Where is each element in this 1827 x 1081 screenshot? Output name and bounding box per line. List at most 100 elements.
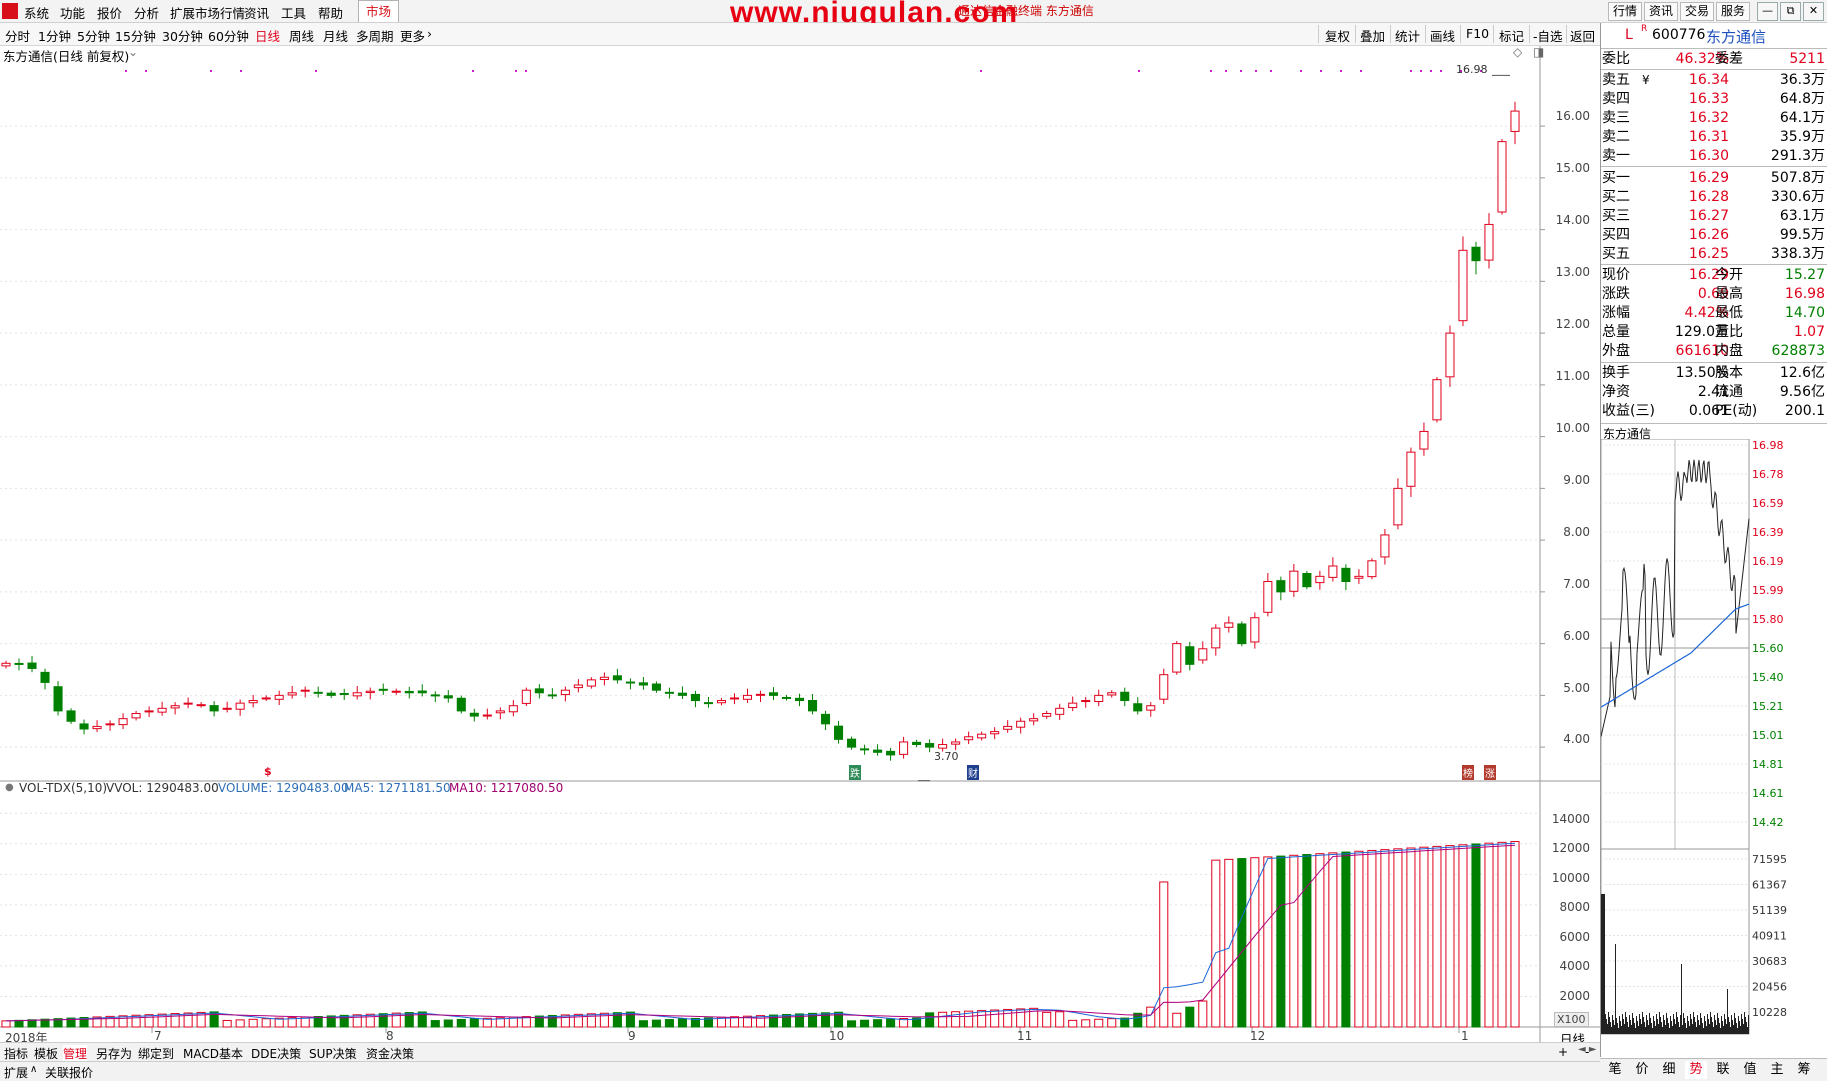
signal-dot	[1270, 70, 1272, 72]
restore-icon[interactable]: ⧉	[1780, 2, 1801, 21]
tab-fund[interactable]: 资金决策	[366, 1045, 414, 1062]
buy-level-row[interactable]: 买一 16.29 507.8万	[1601, 169, 1827, 188]
tab-price[interactable]: 价	[1631, 1061, 1653, 1079]
period-30min[interactable]: 30分钟	[162, 26, 203, 45]
tab-save-as[interactable]: 另存为	[96, 1045, 132, 1062]
panel-toggle-icon[interactable]: ◨	[1533, 45, 1544, 59]
candle-body	[40, 671, 50, 683]
tab-dde[interactable]: DDE决策	[251, 1045, 301, 1062]
tab-market[interactable]: 市场	[358, 0, 400, 22]
adjust-button[interactable]: 复权	[1325, 26, 1350, 45]
candle-body	[1198, 648, 1208, 661]
buy-level-row[interactable]: 买二 16.28 330.6万	[1601, 188, 1827, 207]
indicator-toggle-icon[interactable]: ●	[5, 782, 14, 793]
tab-linked[interactable]: 联	[1712, 1061, 1734, 1079]
event-marker[interactable]: 跌	[849, 765, 861, 780]
tab-indicators[interactable]: 指标	[4, 1045, 28, 1062]
buy-level-row[interactable]: 买三 16.27 63.1万	[1601, 207, 1827, 226]
tab-templates[interactable]: 模板	[34, 1045, 58, 1062]
flag-l: L	[1625, 27, 1633, 43]
menu-item-analysis[interactable]: 分析	[134, 3, 159, 22]
menu-item-tools[interactable]: 工具	[281, 3, 306, 22]
sell-level-row[interactable]: 卖三 16.32 64.1万	[1601, 109, 1827, 128]
remove-favorite-button[interactable]: -自选	[1533, 26, 1563, 45]
period-minute-chart[interactable]: 分时	[5, 26, 30, 45]
status-linked-quote[interactable]: 关联报价	[45, 1064, 93, 1081]
menu-item-news[interactable]: 资讯	[244, 3, 269, 22]
buy-level-row[interactable]: 买四 16.26 99.5万	[1601, 226, 1827, 245]
kline-chart-area[interactable]: 东方通信(日线 前复权) ⌄ ◇ ◨ 16.00 15.00 14.00 13.…	[0, 45, 1600, 1056]
quote-button[interactable]: 行情	[1608, 2, 1642, 21]
menu-item-help[interactable]: 帮助	[318, 3, 343, 22]
wecha-value: 5211	[1789, 51, 1825, 67]
volume-axis-label: 6000	[1559, 930, 1590, 944]
period-5min[interactable]: 5分钟	[77, 26, 110, 45]
tab-bind-to[interactable]: 绑定到	[138, 1045, 174, 1062]
tab-chips[interactable]: 筹	[1793, 1061, 1815, 1079]
event-marker[interactable]: 财	[967, 765, 979, 780]
sell-level-row[interactable]: 卖五 ¥16.34 36.3万	[1601, 71, 1827, 90]
news-button[interactable]: 资讯	[1644, 2, 1678, 21]
menu-item-quote[interactable]: 报价	[97, 3, 122, 22]
tab-trend[interactable]: 势	[1685, 1061, 1707, 1079]
menu-item-extended-market[interactable]: 扩展市场行情	[170, 3, 245, 22]
minimize-icon[interactable]: —	[1757, 2, 1778, 21]
signal-dot	[1240, 70, 1242, 72]
mini-price-label: 15.60	[1752, 642, 1784, 655]
price-axis-label: 14.00	[1555, 213, 1590, 227]
buy-level-row[interactable]: 买五 16.25 338.3万	[1601, 245, 1827, 264]
period-60min[interactable]: 60分钟	[208, 26, 249, 45]
period-1min[interactable]: 1分钟	[38, 26, 71, 45]
draw-line-button[interactable]: 画线	[1430, 26, 1455, 45]
tab-detail[interactable]: 细	[1658, 1061, 1680, 1079]
candle-body	[1211, 627, 1221, 649]
x-axis-label: 8	[386, 1029, 394, 1043]
sell-level-row[interactable]: 卖二 16.31 35.9万	[1601, 128, 1827, 147]
tab-macd[interactable]: MACD基本	[183, 1045, 243, 1062]
status-extend[interactable]: 扩展	[4, 1064, 28, 1081]
period-multi[interactable]: 多周期	[356, 26, 394, 45]
chevron-left-icon[interactable]: ∧	[30, 1064, 37, 1075]
tab-sup[interactable]: SUP决策	[309, 1045, 357, 1062]
overlay-button[interactable]: 叠加	[1360, 26, 1385, 45]
period-monthly[interactable]: 月线	[323, 26, 348, 45]
volume-bar	[573, 1013, 583, 1028]
back-button[interactable]: 返回	[1570, 26, 1595, 45]
diamond-icon[interactable]: ◇	[1513, 45, 1522, 59]
period-weekly[interactable]: 周线	[289, 26, 314, 45]
menu-item-system[interactable]: 系统	[24, 3, 49, 22]
signal-dot	[1440, 70, 1442, 72]
f10-button[interactable]: F10	[1466, 26, 1489, 41]
tab-value[interactable]: 值	[1739, 1061, 1761, 1079]
tab-manage[interactable]: 管理	[63, 1045, 88, 1062]
candle-body	[1055, 707, 1065, 715]
candlestick-svg	[0, 46, 1600, 1056]
period-more[interactable]: 更多	[400, 26, 425, 45]
trade-button[interactable]: 交易	[1680, 2, 1714, 21]
close-icon[interactable]: ✕	[1803, 2, 1824, 21]
service-button[interactable]: 服务	[1716, 2, 1750, 21]
period-15min[interactable]: 15分钟	[115, 26, 156, 45]
event-marker[interactable]: $	[264, 765, 272, 778]
menu-item-function[interactable]: 功能	[60, 3, 85, 22]
stat-value: 16.98	[1784, 286, 1825, 302]
mark-button[interactable]: 标记	[1499, 26, 1524, 45]
period-daily[interactable]: 日线	[255, 26, 280, 45]
candle-body	[703, 702, 713, 705]
sell-level-row[interactable]: 卖四 16.33 64.8万	[1601, 90, 1827, 109]
scroll-arrows-icon[interactable]: ◄ ►	[1578, 1044, 1597, 1055]
statistics-button[interactable]: 统计	[1395, 26, 1420, 45]
chevron-right-icon[interactable]: ›	[427, 26, 432, 41]
candle-body	[755, 693, 766, 696]
tab-main[interactable]: 主	[1766, 1061, 1788, 1079]
candle-body	[560, 689, 570, 696]
tab-tick[interactable]: 笔	[1604, 1061, 1626, 1079]
intraday-chart-svg[interactable]: 16.98 16.78 16.59 16.39 16.19 15.99 15.80 15.60…	[1601, 439, 1827, 1055]
event-marker[interactable]: 涨	[1484, 765, 1496, 780]
zoom-in-button[interactable]: +	[1558, 1045, 1568, 1059]
sell-level-row[interactable]: 卖一 16.30 291.3万	[1601, 147, 1827, 166]
candle-body	[1081, 700, 1091, 703]
divider	[1601, 264, 1827, 265]
event-marker[interactable]: 榜	[1462, 765, 1474, 780]
candle-body	[482, 714, 492, 717]
